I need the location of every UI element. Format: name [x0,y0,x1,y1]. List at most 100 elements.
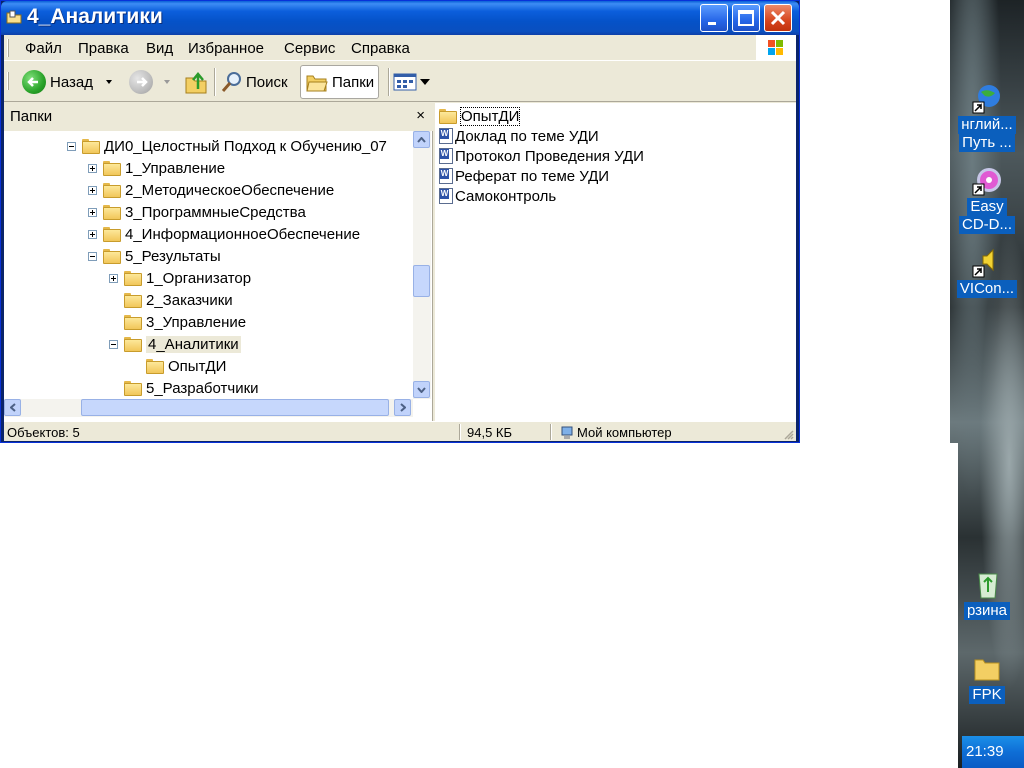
file-name: Протокол Проведения УДИ [455,147,644,165]
horizontal-scroll-thumb[interactable] [81,399,389,416]
menu-tools[interactable]: Сервис [284,40,335,57]
scroll-down-button[interactable] [413,381,430,398]
maximize-button[interactable] [732,4,760,32]
search-icon [221,72,241,92]
search-label: Поиск [246,73,288,91]
forward-button[interactable] [129,65,157,99]
back-label: Назад [50,73,93,91]
up-folder-button[interactable] [184,65,210,99]
tree-item-label: ДИ0_Целостный Подход к Обучению_07 [104,137,387,155]
expand-icon[interactable] [88,163,97,173]
maximize-icon [738,10,754,26]
status-bar: Объектов: 5 94,5 КБ Мой компьютер [4,421,796,441]
close-pane-button[interactable]: × [416,103,425,129]
expand-icon[interactable] [109,273,118,283]
desktop-shortcut-viconsole[interactable]: VICon... [950,246,1024,298]
tree-item[interactable]: ОпытДИ [146,355,226,377]
desktop-recycle-bin[interactable]: рзина [950,568,1024,620]
chevron-up-icon [417,136,426,143]
collapse-icon[interactable] [88,251,97,261]
tree-item-label: 4_Аналитики [146,335,241,353]
folder-window-icon[interactable] [6,9,22,25]
tree-item[interactable]: 3_ПрограммныеСредства [88,201,306,223]
file-name: Самоконтроль [455,187,557,205]
chevron-down-icon [420,79,430,85]
file-item-document[interactable]: Самоконтроль [439,186,556,206]
tree-item[interactable]: 2_Заказчики [124,289,233,311]
status-divider [459,424,461,440]
tree-item[interactable]: 4_ИнформационноеОбеспечение [88,223,360,245]
vertical-scroll-thumb[interactable] [413,265,430,297]
desktop-shortcut-english[interactable]: нглий... Путь ... [950,82,1024,152]
back-history-dropdown[interactable] [106,65,112,99]
chevron-down-icon [417,386,426,393]
tree-item[interactable]: 1_Организатор [109,267,251,289]
chevron-right-icon [399,403,406,412]
close-button[interactable] [764,4,792,32]
window-title: 4_Аналитики [27,5,163,28]
collapse-icon[interactable] [109,339,118,349]
file-item-document[interactable]: Протокол Проведения УДИ [439,146,644,166]
forward-arrow-icon [129,70,153,94]
desktop-shortcut-easy-cd[interactable]: Easy CD-D... [950,164,1024,234]
folder-icon [82,139,100,154]
file-item-folder[interactable]: ОпытДИ [439,106,521,126]
menu-edit[interactable]: Правка [78,40,129,57]
folders-pane: Папки × ДИ0_Целостный Подход к Обучению_… [4,103,433,421]
tree-item[interactable]: 2_МетодическоеОбеспечение [88,179,334,201]
scroll-up-button[interactable] [413,131,430,148]
collapse-icon[interactable] [67,141,76,151]
views-button[interactable] [393,65,430,99]
tree-item-selected[interactable]: 4_Аналитики [109,333,241,355]
minimize-button[interactable] [700,4,728,32]
tree-item-label: 4_ИнформационноеОбеспечение [125,225,361,243]
tree-item[interactable]: 5_Разработчики [124,377,259,399]
folder-icon [103,205,121,220]
desktop-background: нглий... Путь ... Easy CD-D... VICon... … [950,0,1024,768]
folder-icon [103,227,121,242]
desktop-label: Путь ... [959,134,1015,152]
tree-item-label: 5_Разработчики [146,379,259,397]
menu-file[interactable]: Файл [25,40,62,57]
menu-view[interactable]: Вид [146,40,173,57]
toolbar-separator [388,68,390,96]
tree-item-label: 1_Организатор [146,269,252,287]
standard-toolbar: Назад Поиск Папки [4,62,796,102]
desktop-folder-fpk[interactable]: FPK [950,652,1024,704]
menu-favorites[interactable]: Избранное [188,40,264,57]
expand-icon[interactable] [88,185,97,195]
resize-grip-icon[interactable] [782,428,794,440]
tree-item[interactable]: 3_Управление [124,311,246,333]
folder-open-icon [124,337,142,352]
file-name: ОпытДИ [459,106,521,126]
taskbar-clock[interactable]: 21:39 [962,736,1024,768]
tree-item[interactable]: ДИ0_Целостный Подход к Обучению_07 [67,135,387,157]
file-item-document[interactable]: Доклад по теме УДИ [439,126,599,146]
search-button[interactable]: Поиск [220,65,288,99]
tree-horizontal-scrollbar[interactable] [4,399,413,417]
toolbar-separator [214,68,216,96]
expand-icon[interactable] [88,207,97,217]
tree-vertical-scrollbar[interactable] [413,131,431,399]
title-bar[interactable]: 4_Аналитики [1,1,799,35]
folder-icon [124,293,142,308]
folder-up-icon [185,72,207,94]
toolbar-grip[interactable] [7,72,9,90]
desktop-label: рзина [963,602,1011,620]
menu-help[interactable]: Справка [351,40,410,57]
word-document-icon [439,148,453,164]
tree-item-label: ОпытДИ [168,357,227,375]
scroll-left-button[interactable] [4,399,21,416]
scroll-right-button[interactable] [394,399,411,416]
expand-icon[interactable] [88,229,97,239]
file-item-document[interactable]: Реферат по теме УДИ [439,166,609,186]
forward-history-dropdown[interactable] [164,65,170,99]
tree-item[interactable]: 1_Управление [88,157,225,179]
menu-grip[interactable] [7,39,9,57]
folders-label: Папки [332,73,375,91]
tree-item-label: 2_Заказчики [146,291,233,309]
back-button[interactable]: Назад [22,65,93,99]
folders-button[interactable]: Папки [300,65,380,99]
tree-item[interactable]: 5_Результаты [88,245,221,267]
file-list-pane: ОпытДИ Доклад по теме УДИ Протокол Прове… [435,103,796,421]
